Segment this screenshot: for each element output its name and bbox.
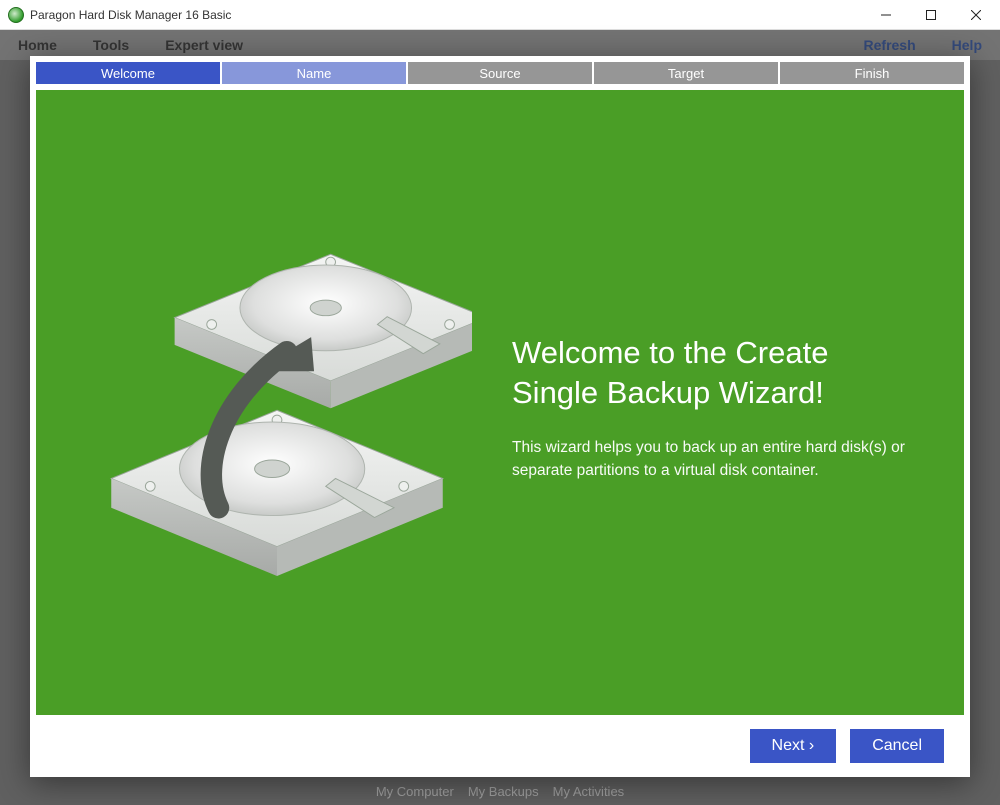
bg-tab-myactivities: My Activities xyxy=(553,784,625,799)
window-controls xyxy=(863,1,998,29)
step-source[interactable]: Source xyxy=(408,62,592,84)
background-footer: My Computer My Backups My Activities xyxy=(0,777,1000,805)
window-title: Paragon Hard Disk Manager 16 Basic xyxy=(30,8,863,22)
bg-menu-help: Help xyxy=(934,37,1000,53)
minimize-icon xyxy=(881,10,891,20)
bg-menu-tools: Tools xyxy=(75,37,147,53)
step-finish[interactable]: Finish xyxy=(780,62,964,84)
wizard-panel: Welcome to the Create Single Backup Wiza… xyxy=(36,90,964,715)
next-button[interactable]: Next › xyxy=(750,729,837,763)
close-button[interactable] xyxy=(953,1,998,29)
step-target[interactable]: Target xyxy=(594,62,778,84)
maximize-icon xyxy=(926,10,936,20)
harddrive-stack-icon xyxy=(82,225,472,576)
app-icon xyxy=(8,7,24,23)
bg-menu-home: Home xyxy=(0,37,75,53)
bg-menu-refresh: Refresh xyxy=(846,37,934,53)
minimize-button[interactable] xyxy=(863,1,908,29)
step-welcome[interactable]: Welcome xyxy=(36,62,220,84)
wizard-body: This wizard helps you to back up an enti… xyxy=(512,436,918,483)
step-name[interactable]: Name xyxy=(222,62,406,84)
cancel-button[interactable]: Cancel xyxy=(850,729,944,763)
maximize-button[interactable] xyxy=(908,1,953,29)
wizard-steps: Welcome Name Source Target Finish xyxy=(36,62,964,84)
titlebar: Paragon Hard Disk Manager 16 Basic xyxy=(0,0,1000,30)
bg-tab-mycomputer: My Computer xyxy=(376,784,454,799)
backup-illustration xyxy=(82,225,472,581)
bg-tab-mybackups: My Backups xyxy=(468,784,539,799)
close-icon xyxy=(971,10,981,20)
wizard-text: Welcome to the Create Single Backup Wiza… xyxy=(512,323,918,482)
wizard-heading: Welcome to the Create Single Backup Wiza… xyxy=(512,333,918,414)
wizard-modal: Welcome Name Source Target Finish xyxy=(30,56,970,777)
bg-menu-expert: Expert view xyxy=(147,37,261,53)
wizard-footer: Next › Cancel xyxy=(36,715,964,763)
